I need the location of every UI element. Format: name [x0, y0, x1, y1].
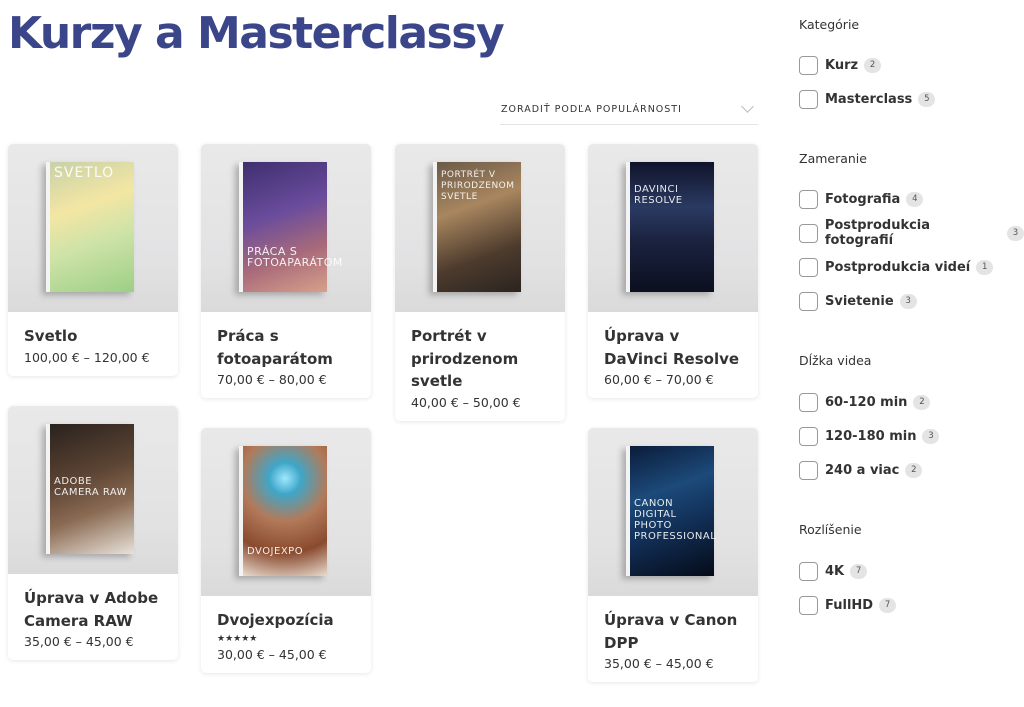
checkbox[interactable]	[799, 392, 818, 412]
product-price: 40,00 € – 50,00 €	[411, 394, 521, 410]
filter-option-masterclass[interactable]: Masterclass 5	[799, 89, 936, 109]
rating-stars: ★★★★★	[217, 633, 258, 644]
product-name[interactable]: Úprava v DaVinci Resolve	[604, 325, 742, 370]
sort-dropdown[interactable]: Zoradiť podľa populárnosti	[500, 94, 758, 125]
count-badge: 2	[864, 57, 882, 73]
product-image[interactable]: Dvojexpo	[201, 428, 371, 596]
product-image[interactable]: Svetlo	[8, 144, 178, 312]
product-name[interactable]: Úprava v Canon DPP	[604, 609, 742, 654]
checkbox[interactable]	[799, 561, 818, 581]
product-card[interactable]: Svetlo Svetlo 100,00 € – 120,00 €	[8, 144, 178, 376]
product-image[interactable]: DaVinci Resolve	[588, 144, 758, 312]
count-badge: 3	[922, 428, 940, 444]
count-badge: 7	[850, 563, 868, 579]
checkbox[interactable]	[799, 55, 818, 75]
product-price: 70,00 € – 80,00 €	[217, 372, 327, 387]
count-badge: 2	[905, 462, 923, 478]
book-cover: Canon Digital Photo Professional	[626, 446, 716, 576]
filter-title-categories: Kategórie	[799, 17, 860, 32]
product-name[interactable]: Dvojexpozícia	[217, 609, 355, 632]
book-cover: Dvojexpo	[239, 446, 327, 576]
count-badge: 1	[976, 259, 994, 275]
count-badge: 5	[918, 91, 936, 107]
product-name[interactable]: Úprava v Adobe Camera RAW	[24, 587, 162, 632]
checkbox[interactable]	[799, 189, 818, 209]
sort-label: Zoradiť podľa populárnosti	[501, 103, 682, 115]
count-badge: 2	[913, 394, 931, 410]
product-card[interactable]: Canon Digital Photo Professional Úprava …	[588, 428, 758, 682]
checkbox[interactable]	[799, 223, 818, 243]
product-card[interactable]: Dvojexpo Dvojexpozícia ★★★★★ 30,00 € – 4…	[201, 428, 371, 673]
page-title: Kurzy a Masterclassy	[8, 8, 505, 59]
product-image[interactable]: Portrét v prirodzenom svetle	[395, 144, 565, 312]
product-card[interactable]: Adobe Camera RAW Úprava v Adobe Camera R…	[8, 406, 178, 660]
filter-title-resolution: Rozlíšenie	[799, 522, 862, 537]
filter-option-120-180[interactable]: 120-180 min 3	[799, 426, 940, 446]
filter-option-kurz[interactable]: Kurz 2	[799, 55, 882, 75]
filter-option-video-postproduction[interactable]: Postprodukcia videí 1	[799, 257, 994, 277]
book-cover: Adobe Camera RAW	[46, 424, 134, 554]
filter-option-fullhd[interactable]: FullHD 7	[799, 595, 897, 615]
filter-option-photo-postproduction[interactable]: Postprodukcia fotografií 3	[799, 218, 1024, 248]
filter-option-240-plus[interactable]: 240 a viac 2	[799, 460, 923, 480]
filter-option-fotografia[interactable]: Fotografia 4	[799, 189, 924, 209]
product-price: 30,00 € – 45,00 €	[217, 646, 327, 662]
filter-title-focus: Zameranie	[799, 151, 867, 166]
checkbox[interactable]	[799, 257, 818, 277]
book-cover: Práca s fotoaparátom	[239, 162, 342, 292]
product-card[interactable]: DaVinci Resolve Úprava v DaVinci Resolve…	[588, 144, 758, 398]
product-price: 60,00 € – 70,00 €	[604, 372, 714, 387]
checkbox[interactable]	[799, 89, 818, 109]
filter-option-lighting[interactable]: Svietenie 3	[799, 291, 917, 311]
product-name[interactable]: Svetlo	[24, 325, 162, 348]
product-card[interactable]: Práca s fotoaparátom Práca s fotoaparáto…	[201, 144, 371, 398]
filter-option-4k[interactable]: 4K 7	[799, 561, 868, 581]
checkbox[interactable]	[799, 595, 818, 615]
product-card[interactable]: Portrét v prirodzenom svetle Portrét v p…	[395, 144, 565, 421]
checkbox[interactable]	[799, 460, 818, 480]
filter-title-video-length: Dĺžka videa	[799, 353, 872, 368]
product-image[interactable]: Práca s fotoaparátom	[201, 144, 371, 312]
chevron-down-icon	[741, 100, 754, 113]
count-badge: 4	[906, 191, 924, 207]
count-badge: 7	[879, 597, 897, 613]
product-name[interactable]: Práca s fotoaparátom	[217, 325, 355, 370]
checkbox[interactable]	[799, 426, 818, 446]
book-cover: Portrét v prirodzenom svetle	[433, 162, 521, 292]
product-image[interactable]: Adobe Camera RAW	[8, 406, 178, 574]
book-cover: Svetlo	[46, 162, 134, 292]
product-price: 35,00 € – 45,00 €	[24, 634, 134, 649]
count-badge: 3	[899, 293, 917, 309]
book-cover: DaVinci Resolve	[626, 162, 714, 292]
count-badge: 3	[1007, 225, 1024, 241]
product-name[interactable]: Portrét v prirodzenom svetle	[411, 325, 549, 393]
checkbox[interactable]	[799, 291, 818, 311]
product-price: 35,00 € – 45,00 €	[604, 656, 714, 671]
filter-option-60-120[interactable]: 60-120 min 2	[799, 392, 931, 412]
product-image[interactable]: Canon Digital Photo Professional	[588, 428, 758, 596]
product-price: 100,00 € – 120,00 €	[24, 349, 150, 365]
